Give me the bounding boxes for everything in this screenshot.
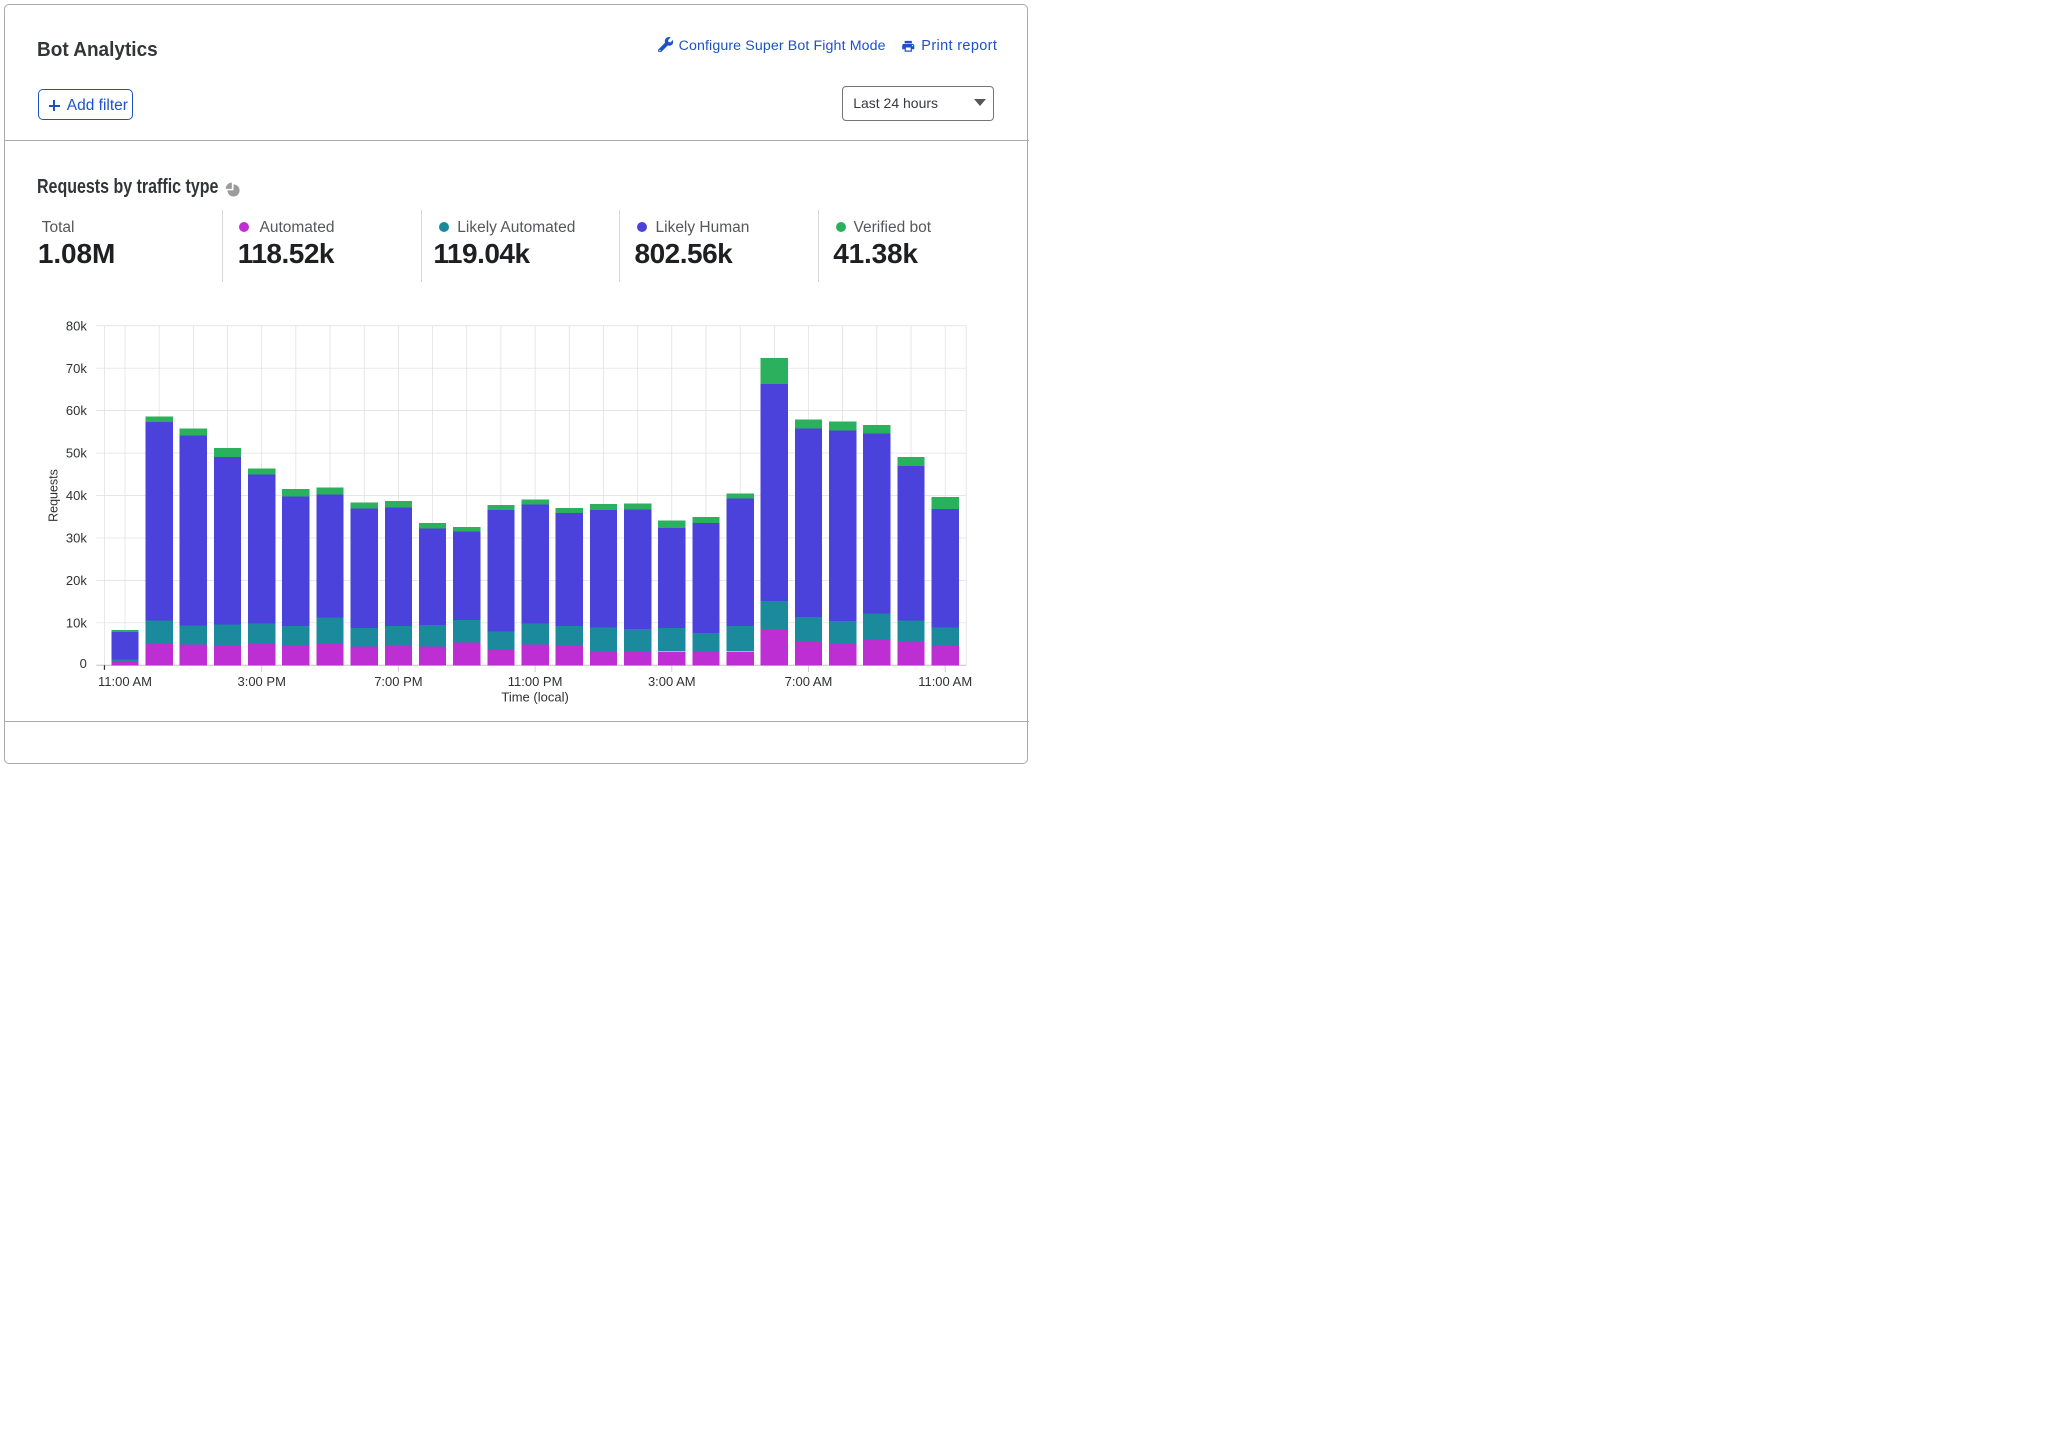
svg-text:Requests: Requests [47, 469, 61, 522]
svg-text:11:00 AM: 11:00 AM [918, 674, 972, 689]
svg-text:0: 0 [80, 656, 87, 671]
svg-text:Time (local): Time (local) [501, 690, 568, 705]
svg-text:11:00 PM: 11:00 PM [508, 674, 563, 689]
svg-text:3:00 AM: 3:00 AM [648, 674, 696, 689]
svg-text:80k: 80k [66, 318, 87, 333]
svg-text:7:00 AM: 7:00 AM [785, 674, 833, 689]
svg-text:50k: 50k [66, 446, 87, 461]
svg-text:3:00 PM: 3:00 PM [237, 674, 285, 689]
svg-text:70k: 70k [66, 361, 87, 376]
svg-text:10k: 10k [66, 615, 87, 630]
svg-text:11:00 AM: 11:00 AM [98, 674, 152, 689]
svg-text:40k: 40k [66, 488, 87, 503]
svg-text:7:00 PM: 7:00 PM [374, 674, 422, 689]
svg-text:20k: 20k [66, 573, 87, 588]
svg-text:30k: 30k [66, 531, 87, 546]
svg-text:60k: 60k [66, 403, 87, 418]
